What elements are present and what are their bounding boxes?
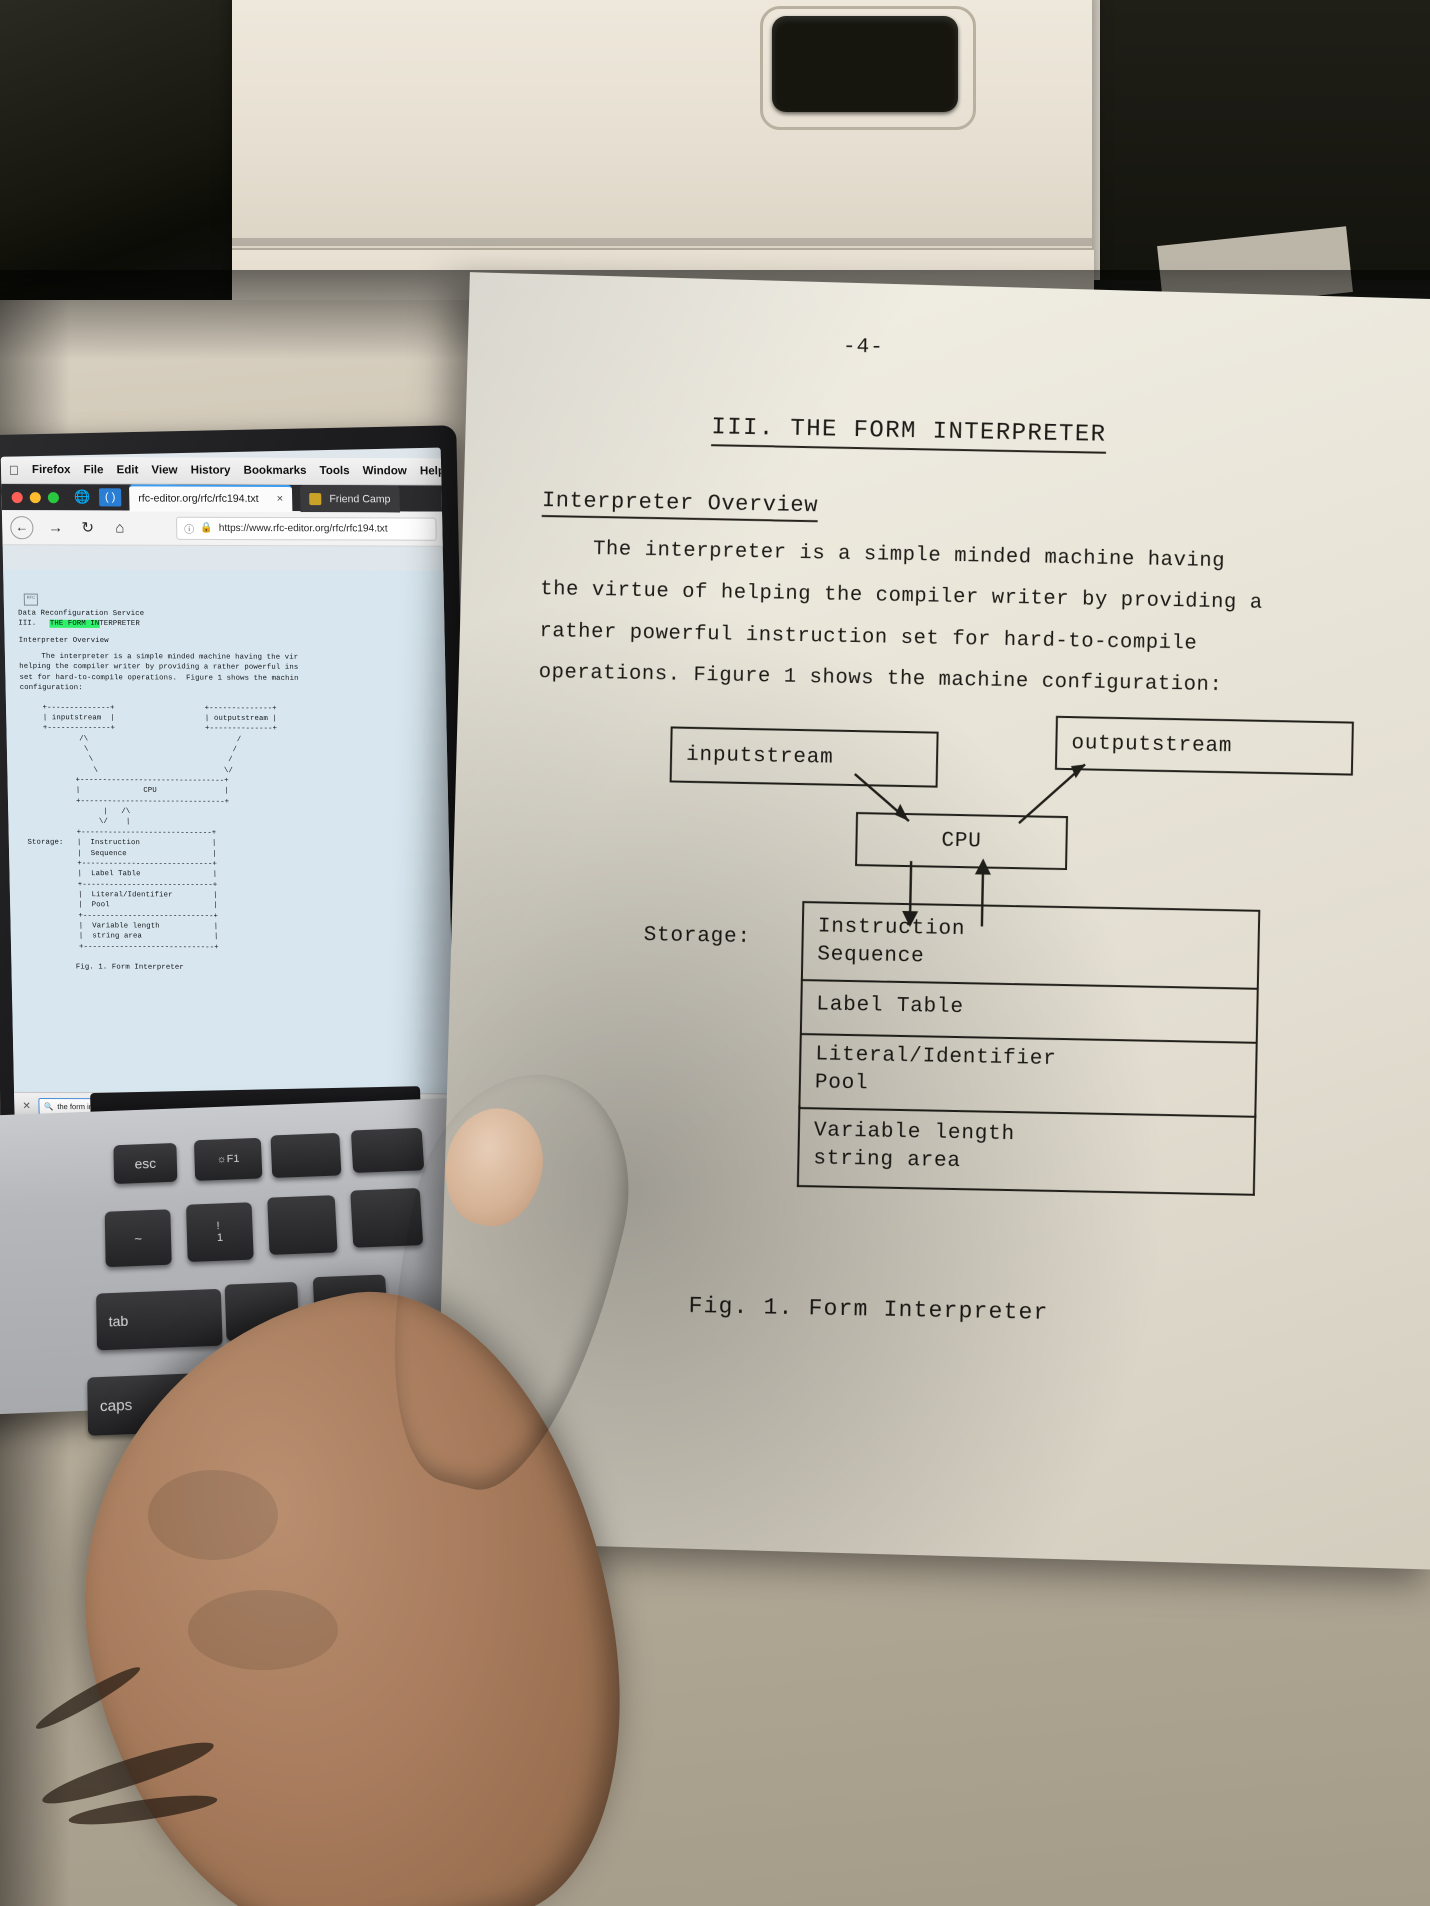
section-rest: TERPRETER: [99, 620, 140, 628]
figure-storage-row-4: Variable length string area: [797, 1105, 1256, 1196]
archive-box: [232, 0, 1092, 290]
macos-menu-bar:  Firefox File Edit View History Bookmar…: [1, 457, 444, 486]
figure-label-storage: Storage:: [643, 924, 751, 949]
favicon-icon: [309, 493, 321, 505]
menu-item-history[interactable]: History: [191, 465, 231, 477]
figure-box-outputstream: outputstream: [1055, 716, 1354, 776]
tab-title: rfc-editor.org/rfc/rfc194.txt: [138, 492, 259, 504]
rfc-ascii-figure: +--------------+ +--------------+ | inpu…: [20, 703, 453, 954]
document-heading: III. THE FORM INTERPRETER: [711, 414, 1107, 454]
paragraph-line-1: The interpreter is a simple minded machi…: [593, 538, 1226, 573]
forward-arrow-icon[interactable]: →: [45, 519, 65, 536]
hand: [28, 1000, 728, 1906]
photo-scene:  Firefox File Edit View History Bookmar…: [0, 0, 1430, 1906]
rfc-section-heading: III. THE FORM INTERPRETER: [18, 619, 446, 631]
figure-box-cpu: CPU: [855, 812, 1068, 870]
document-subheading: Interpreter Overview: [542, 488, 819, 522]
menu-item-bookmarks[interactable]: Bookmarks: [243, 465, 306, 477]
menu-item-tools[interactable]: Tools: [319, 465, 349, 477]
back-arrow-icon[interactable]: ←: [10, 516, 34, 539]
rfc-subsection-heading: Interpreter Overview: [19, 635, 447, 647]
page-number: -4-: [843, 336, 884, 360]
knuckle: [148, 1470, 278, 1560]
lock-icon: 🔒: [200, 522, 213, 533]
paragraph-line-4: operations. Figure 1 shows the machine c…: [538, 661, 1222, 697]
url-text: https://www.rfc-editor.org/rfc/rfc194.tx…: [219, 522, 388, 534]
zoom-window-button[interactable]: [48, 492, 59, 503]
browser-tab-strip: 🌐 ( ) rfc-editor.org/rfc/rfc194.txt × Fr…: [1, 484, 444, 512]
archive-box-handle-rim: [760, 6, 976, 130]
globe-icon[interactable]: 🌐: [71, 488, 93, 506]
figure-caption: Fig. 1. Form Interpreter: [688, 1293, 1048, 1326]
section-number: III.: [18, 620, 50, 628]
close-tab-icon[interactable]: ×: [277, 493, 284, 505]
tab-title: Friend Camp: [329, 493, 390, 505]
figure-storage-row-3: Literal/Identifier Pool: [798, 1031, 1257, 1118]
reload-icon[interactable]: ↻: [77, 518, 97, 536]
apple-icon[interactable]: : [9, 462, 19, 477]
close-window-button[interactable]: [12, 492, 23, 503]
browser-tab-active[interactable]: rfc-editor.org/rfc/rfc194.txt ×: [129, 484, 292, 512]
menu-item-edit[interactable]: Edit: [116, 464, 138, 476]
window-controls[interactable]: [8, 491, 72, 502]
document-paragraph: The interpreter is a simple minded machi…: [538, 528, 1421, 710]
menu-item-view[interactable]: View: [151, 464, 177, 476]
rfc-body-text: The interpreter is a simple minded machi…: [19, 652, 448, 695]
rfc-badge-icon: RFC: [24, 594, 38, 606]
menu-item-window[interactable]: Window: [363, 465, 407, 477]
rfc-figure-caption: Fig. 1. Form Interpreter: [25, 962, 453, 974]
browser-toolbar: ← → ↻ ⌂ ⓘ 🔒 https://www.rfc-editor.org/r…: [2, 510, 445, 547]
search-highlight: THE FORM IN: [50, 620, 100, 628]
home-icon[interactable]: ⌂: [110, 519, 130, 536]
browser-tab-friend-camp[interactable]: Friend Camp: [300, 484, 400, 511]
info-icon[interactable]: ⓘ: [184, 520, 194, 535]
menu-item-file[interactable]: File: [83, 464, 103, 476]
figure-box-inputstream: inputstream: [670, 726, 939, 787]
menu-item-firefox[interactable]: Firefox: [32, 464, 71, 476]
menu-item-help[interactable]: Help: [420, 465, 445, 477]
paragraph-line-2: the virtue of helping the compiler write…: [540, 578, 1263, 615]
minimize-window-button[interactable]: [30, 492, 41, 503]
knuckle: [188, 1590, 338, 1670]
url-bar[interactable]: ⓘ 🔒 https://www.rfc-editor.org/rfc/rfc19…: [176, 516, 437, 540]
container-tab-icon[interactable]: ( ): [99, 488, 121, 506]
paragraph-line-3: rather powerful instruction set for hard…: [539, 620, 1197, 656]
